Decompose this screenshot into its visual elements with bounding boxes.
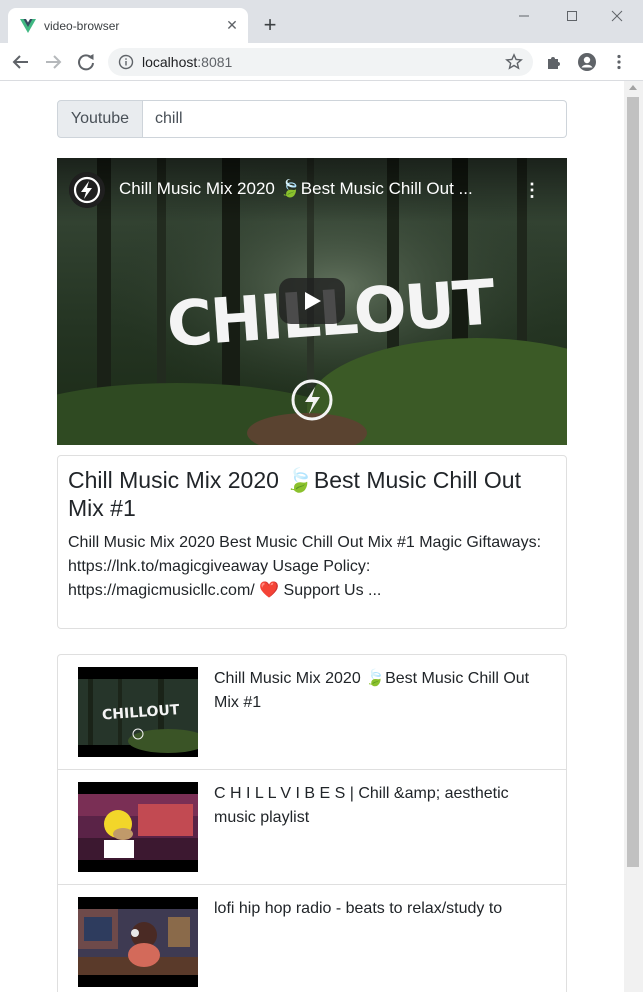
- video-list-item[interactable]: C H I L L V I B E S | Chill &amp; aesthe…: [58, 770, 566, 885]
- url-port: :8081: [197, 54, 233, 70]
- back-arrow-icon[interactable]: [10, 51, 32, 73]
- maximize-icon[interactable]: [560, 6, 584, 26]
- video-list-item[interactable]: CHILLOUT Chill Music Mix 2020 🍃Best Musi…: [58, 655, 566, 770]
- info-icon[interactable]: [118, 54, 134, 70]
- video-thumbnail: CHILLOUT: [78, 667, 198, 757]
- extensions-puzzle-icon[interactable]: [544, 52, 564, 72]
- video-list: CHILLOUT Chill Music Mix 2020 🍃Best Musi…: [57, 654, 567, 992]
- video-list-item-title[interactable]: lofi hip hop radio - beats to relax/stud…: [214, 897, 544, 921]
- new-tab-button[interactable]: +: [258, 14, 282, 38]
- scroll-up-arrow-icon[interactable]: [629, 85, 637, 90]
- player-more-icon[interactable]: ⋮: [523, 178, 541, 202]
- minimize-icon[interactable]: [512, 6, 536, 26]
- scrollbar-thumb[interactable]: [627, 97, 639, 867]
- tab-title: video-browser: [44, 19, 120, 33]
- channel-logo-icon[interactable]: [69, 172, 105, 208]
- browser-toolbar: localhost:8081: [0, 43, 643, 81]
- play-button[interactable]: [279, 278, 345, 324]
- address-bar[interactable]: localhost:8081: [108, 48, 533, 76]
- url-host: localhost: [142, 54, 198, 70]
- page-scrollbar[interactable]: [624, 81, 643, 992]
- search-input[interactable]: [143, 100, 567, 138]
- page-viewport: Youtube chill Chill Music Mix 2020 🍃Best…: [0, 81, 624, 992]
- reload-icon[interactable]: [75, 51, 97, 73]
- video-detail-card: Chill Music Mix 2020 🍃Best Music Chill O…: [57, 455, 567, 629]
- vue-logo-icon: [20, 19, 36, 33]
- video-detail-description: Chill Music Mix 2020 Best Music Chill Ou…: [68, 534, 542, 599]
- bookmark-star-icon[interactable]: [505, 53, 523, 71]
- url-text: localhost:8081: [142, 54, 232, 70]
- search-prefix-label: Youtube: [57, 100, 143, 138]
- search-bar: Youtube: [57, 100, 567, 138]
- video-list-item-title[interactable]: C H I L L V I B E S | Chill &amp; aesthe…: [214, 782, 544, 830]
- video-thumbnail: [78, 897, 198, 987]
- profile-avatar-icon[interactable]: [577, 52, 597, 72]
- browser-tabstrip: video-browser ✕ +: [0, 0, 643, 43]
- video-detail-title: Chill Music Mix 2020 🍃Best Music Chill O…: [68, 467, 521, 521]
- player-video-title[interactable]: Chill Music Mix 2020 🍃Best Music Chill O…: [119, 179, 519, 199]
- video-list-item-title[interactable]: Chill Music Mix 2020 🍃Best Music Chill O…: [214, 667, 544, 715]
- forward-arrow-icon[interactable]: [42, 51, 64, 73]
- browser-tab[interactable]: video-browser ✕: [8, 8, 248, 43]
- browser-menu-icon[interactable]: [609, 52, 629, 72]
- video-thumbnail: [78, 782, 198, 872]
- tab-close-icon[interactable]: ✕: [224, 17, 240, 33]
- video-player[interactable]: CHILLOUT Chill Music Mix 2020 🍃Best Musi…: [57, 158, 567, 445]
- close-window-icon[interactable]: [605, 6, 629, 26]
- video-list-item[interactable]: lofi hip hop radio - beats to relax/stud…: [58, 885, 566, 992]
- play-icon: [305, 292, 321, 310]
